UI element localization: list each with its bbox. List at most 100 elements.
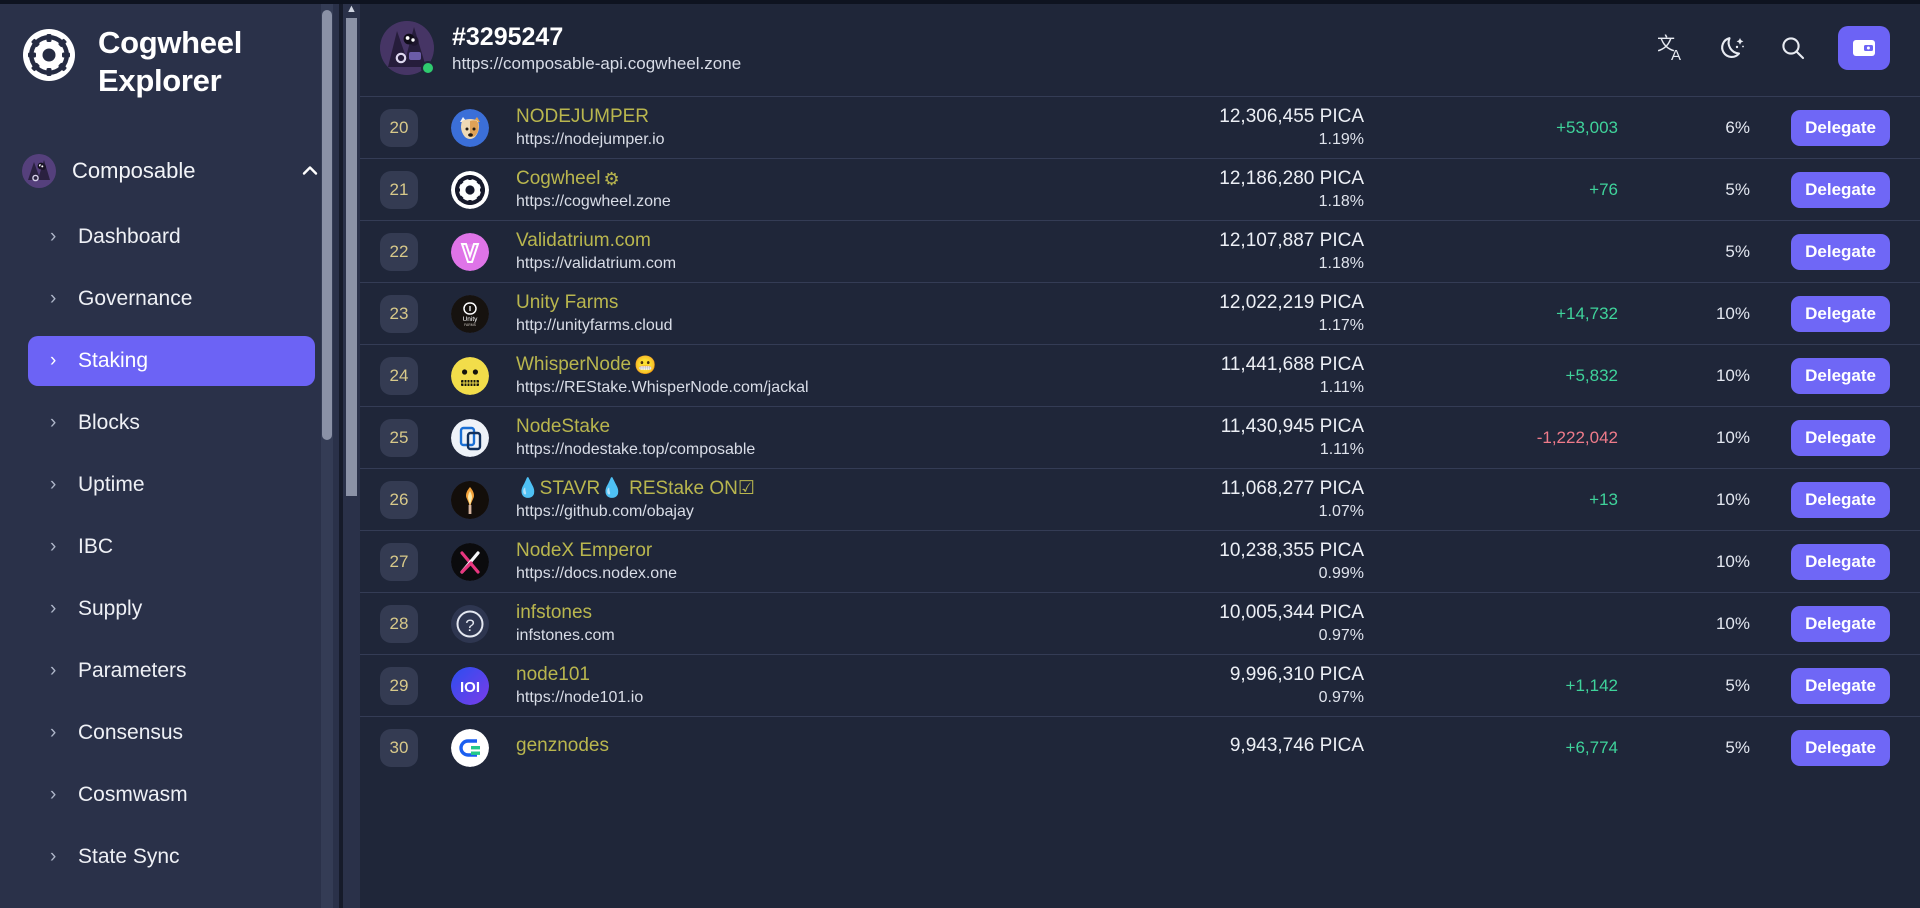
page-scrollbar-thumb[interactable]: [346, 18, 357, 496]
validator-website: https://validatrium.com: [516, 254, 677, 272]
validator-avatar: [451, 480, 489, 519]
svg-text:Unity: Unity: [463, 316, 479, 323]
sidebar-item-uptime[interactable]: › Uptime: [28, 460, 315, 510]
voting-power-percent: 1.07%: [1318, 502, 1364, 520]
voting-power-percent: 0.99%: [1318, 564, 1364, 582]
validator-website: https://REStake.WhisperNode.com/jackal: [516, 378, 809, 396]
delegate-button[interactable]: Delegate: [1791, 171, 1890, 208]
scroll-up-arrow-icon[interactable]: ▲: [345, 3, 358, 16]
validator-identity-cell: NodeStake https://nodestake.top/composabl…: [502, 416, 1068, 459]
validator-avatar: [451, 232, 489, 271]
rank-cell: 26: [360, 480, 438, 519]
validator-name: NodeStake: [516, 416, 611, 438]
delegate-button[interactable]: Delegate: [1791, 419, 1890, 456]
table-row[interactable]: 27 NodeX Emperor https://docs.nodex.one 10,…: [360, 530, 1920, 592]
validator-name-link[interactable]: Cogwheel ⚙: [516, 168, 1068, 191]
sidebar-item-label: Uptime: [78, 472, 145, 496]
rank-badge: 26: [380, 480, 418, 519]
delegate-button[interactable]: Delegate: [1791, 729, 1890, 766]
table-row[interactable]: 26 💧STAVR💧 REStake ON☑ https://github.com/…: [360, 468, 1920, 530]
chevron-right-icon: ›: [50, 784, 57, 806]
wallet-button[interactable]: [1838, 26, 1890, 70]
sidebar-item-dashboard[interactable]: › Dashboard: [28, 212, 315, 262]
table-row[interactable]: 21 Cogwheel ⚙ https://cogwheel.zone 12,186,2…: [360, 158, 1920, 220]
voting-power-amount: 12,186,280 PICA: [1219, 168, 1364, 190]
moon-icon[interactable]: [1718, 33, 1748, 63]
svg-text:FARMS: FARMS: [464, 323, 476, 327]
validator-website: https://nodestake.top/composable: [516, 440, 756, 458]
table-row[interactable]: 23 Unity FARMS Unity Farms http://unityfarms…: [360, 282, 1920, 344]
validator-name-link[interactable]: NODEJUMPER: [516, 106, 1068, 129]
validator-identity-cell: NODEJUMPER https://nodejumper.io: [502, 106, 1068, 149]
sidebar-item-consensus[interactable]: › Consensus: [28, 708, 315, 758]
validator-identity-cell: Unity Farms http://unityfarms.cloud: [502, 292, 1068, 335]
validator-name-link[interactable]: NodeX Emperor: [516, 540, 1068, 563]
delegate-button[interactable]: Delegate: [1791, 667, 1890, 704]
validator-name-link[interactable]: infstones: [516, 602, 1068, 625]
validator-identity-cell: Validatrium.com https://validatrium.com: [502, 230, 1068, 273]
validator-name-link[interactable]: Unity Farms: [516, 292, 1068, 315]
voting-power-percent: 1.11%: [1319, 440, 1364, 458]
delta-cell: +53,003: [1368, 118, 1628, 138]
table-row[interactable]: 30 genznodes 9,943,746 PICA +6,774 5% Delegat…: [360, 716, 1920, 778]
validator-name-link[interactable]: Validatrium.com: [516, 230, 1068, 253]
delegate-button[interactable]: Delegate: [1791, 481, 1890, 518]
sidebar-item-ibc[interactable]: › IBC: [28, 522, 315, 572]
sidebar-scrollbar-track[interactable]: [321, 0, 333, 908]
sidebar-item-label: IBC: [78, 534, 114, 558]
validator-identity-cell: WhisperNode 😬 https://REStake.WhisperNode.…: [502, 354, 1068, 397]
delegate-button[interactable]: Delegate: [1791, 295, 1890, 332]
table-row[interactable]: 20 NODEJUMPER https://nodejumper.io 12,306,…: [360, 96, 1920, 158]
sidebar-item-cosmwasm[interactable]: › Cosmwasm: [28, 770, 315, 820]
validator-website: https://node101.io: [516, 688, 644, 706]
sidebar-item-widgets[interactable]: ›Widgets: [28, 894, 315, 908]
translate-icon[interactable]: 文 A: [1657, 33, 1688, 64]
brand[interactable]: Cogwheel Explorer: [0, 0, 343, 100]
page-scrollbar-track[interactable]: ▲: [343, 0, 360, 908]
sidebar-item-parameters[interactable]: › Parameters: [28, 646, 315, 696]
chevron-right-icon: ›: [50, 598, 57, 620]
delta-value: +6,774: [1565, 737, 1618, 757]
validator-name-link[interactable]: node101: [516, 664, 1068, 687]
table-row[interactable]: 25 NodeStake https://nodestake.top/composa…: [360, 406, 1920, 468]
validator-avatar: [451, 542, 489, 581]
delegate-button[interactable]: Delegate: [1791, 605, 1890, 642]
commission-value: 10%: [1715, 365, 1750, 385]
validator-name-link[interactable]: NodeStake: [516, 416, 1068, 439]
chain-name: Composable: [72, 157, 196, 183]
sidebar-item-label: Dashboard: [78, 224, 181, 248]
chain-selector[interactable]: Composable: [0, 148, 343, 194]
svg-text:IOI: IOI: [460, 679, 480, 696]
delegate-button[interactable]: Delegate: [1791, 233, 1890, 270]
table-row[interactable]: 22 Validatrium.com https://validatrium.com…: [360, 220, 1920, 282]
validator-name-link[interactable]: WhisperNode 😬: [516, 354, 1068, 377]
validator-name: genznodes: [516, 735, 609, 757]
search-icon[interactable]: [1778, 33, 1808, 63]
action-cell: Delegate: [1778, 233, 1890, 270]
sidebar-scrollbar-thumb[interactable]: [322, 10, 332, 440]
delegate-button[interactable]: Delegate: [1791, 109, 1890, 146]
sidebar-item-supply[interactable]: › Supply: [28, 584, 315, 634]
action-cell: Delegate: [1778, 109, 1890, 146]
validator-avatar-cell: IOI: [438, 666, 502, 705]
delegate-button[interactable]: Delegate: [1791, 357, 1890, 394]
delegate-button[interactable]: Delegate: [1791, 543, 1890, 580]
action-cell: Delegate: [1778, 543, 1890, 580]
validator-name-link[interactable]: 💧STAVR💧 REStake ON☑: [516, 478, 1068, 501]
rank-badge: 29: [380, 666, 418, 705]
chevron-right-icon: ›: [50, 288, 57, 310]
table-row[interactable]: 24 WhisperNode 😬 https://REStake.WhisperNod…: [360, 344, 1920, 406]
validator-name-link[interactable]: genznodes: [516, 735, 1068, 758]
validator-avatar: [451, 418, 489, 457]
sidebar-item-staking[interactable]: › Staking: [28, 335, 315, 386]
validator-name-emoji: 😬: [634, 354, 657, 375]
table-row[interactable]: 28? infstones infstones.com 10,005,344 PICA…: [360, 592, 1920, 654]
sidebar-item-governance[interactable]: › Governance: [28, 274, 315, 324]
chevron-up-icon[interactable]: [299, 160, 321, 182]
table-row[interactable]: 29 IOI node101 https://node101.io 9,996,310 …: [360, 654, 1920, 716]
rank-cell: 29: [360, 666, 438, 705]
chevron-right-icon: ›: [50, 536, 57, 558]
sidebar-item-blocks[interactable]: › Blocks: [28, 398, 315, 448]
rank-badge: 27: [380, 542, 418, 581]
sidebar-item-state-sync[interactable]: › State Sync: [28, 832, 315, 882]
